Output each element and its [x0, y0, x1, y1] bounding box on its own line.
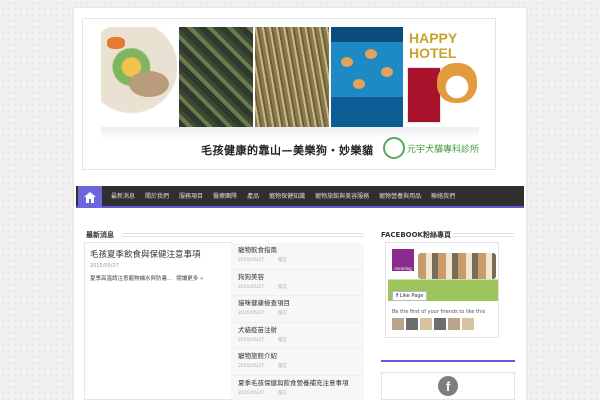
avatar: [434, 318, 446, 330]
nav-item[interactable]: 聯絡我們: [426, 186, 460, 208]
list-item[interactable]: 貓咪健康檢查項目 2015/05/27 留言: [231, 296, 364, 323]
list-item-title[interactable]: 寵物飲食指南: [238, 246, 364, 254]
list-item-title[interactable]: 貓咪健康檢查項目: [238, 299, 364, 307]
facebook-cover: meledog f Like Page: [388, 247, 498, 301]
happy-hotel-photo: HAPPY HOTEL: [405, 27, 479, 127]
list-item[interactable]: 寵物飲食指南 2015/05/27 留言: [231, 243, 364, 270]
news-list: 寵物飲食指南 2015/05/27 留言 狗狗美容 2015/05/27 留言 貓咪…: [231, 243, 364, 400]
fb-friend-faces: [392, 318, 474, 330]
nav-item[interactable]: 關於我們: [140, 186, 174, 208]
meledog-logo: meledog: [392, 249, 414, 271]
nav-item[interactable]: 寵物營養與用品: [374, 186, 426, 208]
list-item[interactable]: 犬貓疫苗注射 2015/05/27 留言: [231, 322, 364, 349]
avatar: [420, 318, 432, 330]
nav-item[interactable]: 最新消息: [106, 186, 140, 208]
facebook-page-widget[interactable]: meledog f Like Page Be the first of your…: [385, 242, 499, 338]
avatar: [406, 318, 418, 330]
avatar: [392, 318, 404, 330]
pool-dogs-photo: [331, 27, 403, 127]
list-item-title[interactable]: 狗狗美容: [238, 273, 364, 281]
clinic-logo: 元宇犬貓專科診所: [383, 137, 479, 159]
featured-post-date: 2015/05/27: [90, 263, 119, 269]
list-item[interactable]: 夏季毛孩保健與飲食營養補充注意事項 2015/05/27 留言: [231, 375, 364, 400]
main-nav: 最新消息 關於我們 服務項目 醫療團隊 產品 寵物保健知識 寵物旅館與美容服務 …: [76, 186, 524, 208]
header-slogan: 毛孩健康的靠山—美樂狗・妙樂貓: [201, 144, 374, 157]
eggplant-photo: [179, 27, 253, 127]
list-item[interactable]: 狗狗美容 2015/05/27 留言: [231, 269, 364, 296]
list-item-title[interactable]: 寵物旅館介紹: [238, 352, 364, 360]
read-more-link[interactable]: 閱讀更多 »: [176, 276, 203, 282]
home-icon[interactable]: [78, 186, 102, 208]
nav-menu: 最新消息 關於我們 服務項目 醫療團隊 產品 寵物保健知識 寵物旅館與美容服務 …: [106, 186, 460, 208]
facebook-icon[interactable]: f: [438, 376, 458, 396]
nav-item[interactable]: 產品: [242, 186, 264, 208]
list-item-title[interactable]: 犬貓疫苗注射: [238, 326, 364, 334]
list-item-title[interactable]: 夏季毛孩保健與飲食營養補充注意事項: [238, 379, 364, 387]
hotel-text: HAPPY HOTEL: [409, 30, 458, 61]
facebook-widget-title: FACEBOOK粉絲專頁: [381, 231, 451, 239]
fb-friends-text: Be the first of your friends to like thi…: [392, 309, 486, 315]
nav-item[interactable]: 寵物旅館與美容服務: [310, 186, 374, 208]
nav-item[interactable]: 寵物保健知識: [264, 186, 310, 208]
pets-banner: [418, 253, 496, 279]
avatar: [448, 318, 460, 330]
beans-photo: [255, 27, 329, 127]
nav-item[interactable]: 醫療團隊: [208, 186, 242, 208]
clinic-name: 元宇犬貓專科診所: [407, 144, 480, 155]
avatar: [462, 318, 474, 330]
list-item[interactable]: 寵物旅館介紹 2015/05/27 留言: [231, 349, 364, 376]
food-photo: [101, 27, 177, 127]
corgi-image: [437, 63, 477, 103]
header-banner[interactable]: HAPPY HOTEL 毛孩健康的靠山—美樂狗・妙樂貓 元宇犬貓專科診所: [82, 18, 496, 170]
sidebar-divider: [381, 360, 515, 362]
featured-post-excerpt: 夏季高溫請注意寵物補水與防暑… 閱讀更多 »: [90, 276, 204, 282]
featured-post-title[interactable]: 毛孩夏季飲食與保健注意事項: [90, 248, 201, 260]
news-section-title: 最新消息: [86, 231, 114, 239]
clinic-logo-icon: [383, 137, 405, 159]
like-page-button[interactable]: f Like Page: [392, 291, 428, 301]
nav-item[interactable]: 服務項目: [174, 186, 208, 208]
